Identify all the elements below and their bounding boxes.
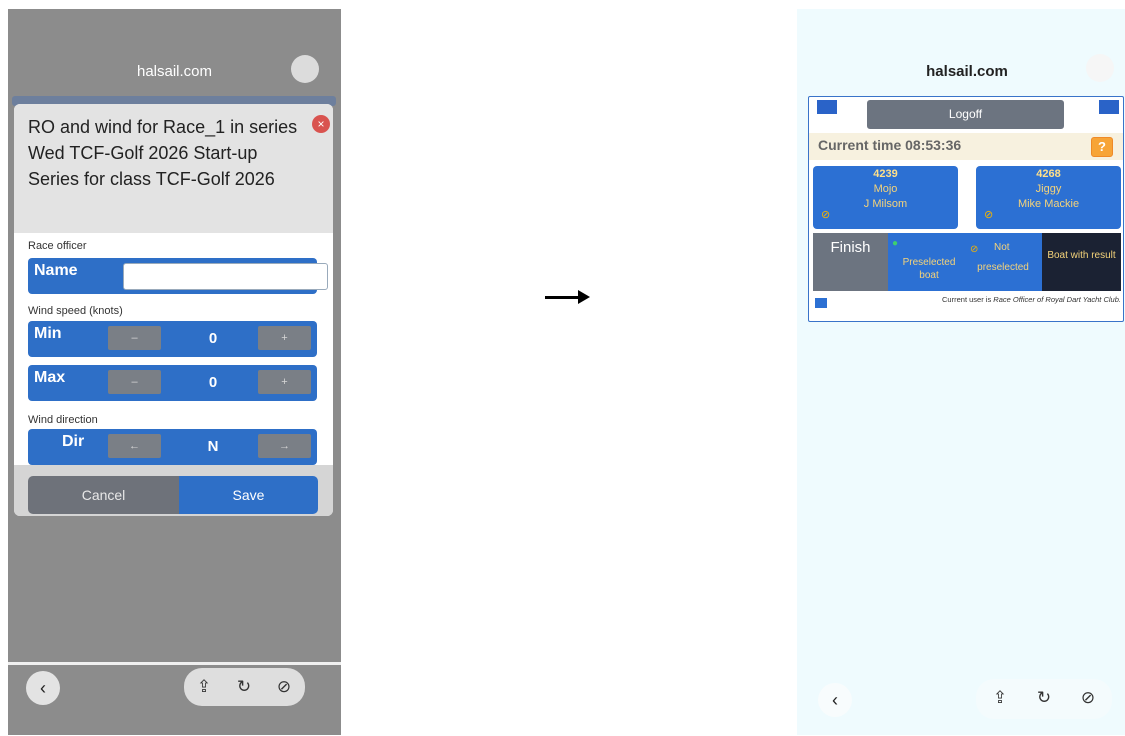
share-icon[interactable]: ⇪	[980, 679, 1020, 717]
browser-toolbar: ⇪ ↻ ⊘	[184, 668, 305, 706]
min-label: Min	[34, 325, 62, 342]
browser-toolbar: ⇪ ↻ ⊘	[976, 679, 1112, 719]
dir-right-button[interactable]: →	[258, 434, 311, 458]
dir-label: Dir	[62, 433, 85, 450]
eye-slash-icon[interactable]: ⊘	[984, 208, 993, 221]
max-label: Max	[34, 369, 66, 386]
save-button[interactable]: Save	[179, 476, 318, 514]
compass-icon[interactable]: ⊘	[264, 668, 304, 706]
not-preselected-label-1: Not	[994, 242, 1010, 253]
dialog-header: RO and wind for Race_1 in series Wed TCF…	[14, 104, 333, 233]
home-icon[interactable]	[815, 298, 827, 308]
max-decrement-button[interactable]: –	[108, 370, 161, 394]
reader-icon[interactable]	[1086, 54, 1114, 82]
legend-preselected: ● Preselected boat	[888, 233, 964, 291]
close-icon[interactable]: ×	[312, 115, 330, 133]
race-officer-label: Race officer	[28, 240, 87, 252]
not-preselected-label-2: preselected	[977, 262, 1029, 273]
wind-speed-label: Wind speed (knots)	[28, 305, 123, 317]
max-row: Max – 0 +	[28, 365, 317, 401]
flag-icon	[1099, 100, 1119, 114]
boat-skipper: Mike Mackie	[1017, 198, 1080, 210]
race-officer-dialog: RO and wind for Race_1 in series Wed TCF…	[14, 104, 333, 516]
compass-icon[interactable]: ⊘	[1068, 679, 1108, 717]
legend-not-preselected: ⊘ Not preselected	[964, 233, 1042, 291]
preselected-label: Preselected boat	[902, 257, 956, 281]
name-input[interactable]	[123, 263, 328, 290]
wind-direction-label: Wind direction	[28, 414, 98, 426]
max-increment-button[interactable]: +	[258, 370, 311, 394]
flag-icon	[817, 100, 837, 114]
eye-slash-icon[interactable]: ⊘	[821, 208, 830, 221]
boat-number: 4239	[873, 168, 898, 180]
name-label: Name	[34, 262, 78, 279]
logoff-button[interactable]: Logoff	[867, 100, 1064, 129]
dir-value: N	[207, 438, 219, 455]
boat-name: Mojo	[873, 183, 898, 195]
legend: Finish ● Preselected boat ⊘ Not preselec…	[809, 233, 1123, 291]
arrow-head-icon	[578, 290, 590, 304]
min-increment-button[interactable]: +	[258, 326, 311, 350]
eye-slash-icon: ⊘	[970, 244, 979, 255]
boat-number: 4268	[1036, 168, 1061, 180]
current-user-prefix: Current user is	[942, 295, 994, 304]
help-button[interactable]: ?	[1091, 137, 1113, 157]
back-button[interactable]: ‹	[26, 671, 60, 705]
reload-icon[interactable]: ↻	[1024, 679, 1064, 717]
current-time: Current time 08:53:36	[818, 137, 962, 153]
dialog-body: Race officer Name Wind speed (knots) Min…	[14, 233, 333, 465]
eye-icon: ●	[892, 238, 899, 249]
current-time-bar: Current time 08:53:36 ?	[809, 133, 1123, 160]
boat-card[interactable]: 4239 Mojo J Milsom ⊘	[813, 166, 958, 229]
reader-icon[interactable]	[291, 55, 319, 83]
min-decrement-button[interactable]: –	[108, 326, 161, 350]
dir-left-button[interactable]: ←	[108, 434, 161, 458]
name-row: Name	[28, 258, 328, 294]
legend-with-result: Boat with result	[1042, 233, 1121, 291]
dialog-title: RO and wind for Race_1 in series Wed TCF…	[28, 117, 298, 189]
race-app-panel: Logoff Current time 08:53:36 ? 4239 Mojo…	[808, 96, 1124, 322]
finish-button[interactable]: Finish	[813, 233, 888, 291]
cancel-button[interactable]: Cancel	[28, 476, 179, 514]
boat-card[interactable]: 4268 Jiggy Mike Mackie ⊘	[976, 166, 1121, 229]
url-label[interactable]: halsail.com	[797, 63, 1125, 80]
max-value: 0	[208, 374, 218, 391]
reload-icon[interactable]: ↻	[224, 668, 264, 706]
left-phone-screen: halsail.com RO and wind for Race_1 in se…	[8, 9, 341, 735]
boat-skipper: J Milsom	[863, 198, 908, 210]
boat-name: Jiggy	[1035, 183, 1062, 195]
with-result-label: Boat with result	[1047, 250, 1116, 261]
min-row: Min – 0 +	[28, 321, 317, 357]
back-button[interactable]: ‹	[818, 683, 852, 717]
dir-row: Dir ← N →	[28, 429, 317, 465]
toolbar-divider	[8, 662, 341, 665]
share-icon[interactable]: ⇪	[184, 668, 224, 706]
current-user-text: Current user is Race Officer of Royal Da…	[905, 295, 1121, 304]
dialog-footer: Cancel Save	[14, 465, 333, 516]
right-phone-screen: halsail.com Logoff Current time 08:53:36…	[797, 9, 1125, 735]
min-value: 0	[208, 330, 218, 347]
current-user-role: Race Officer of Royal Dart Yacht Club.	[993, 295, 1121, 304]
arrow-icon	[545, 296, 581, 299]
